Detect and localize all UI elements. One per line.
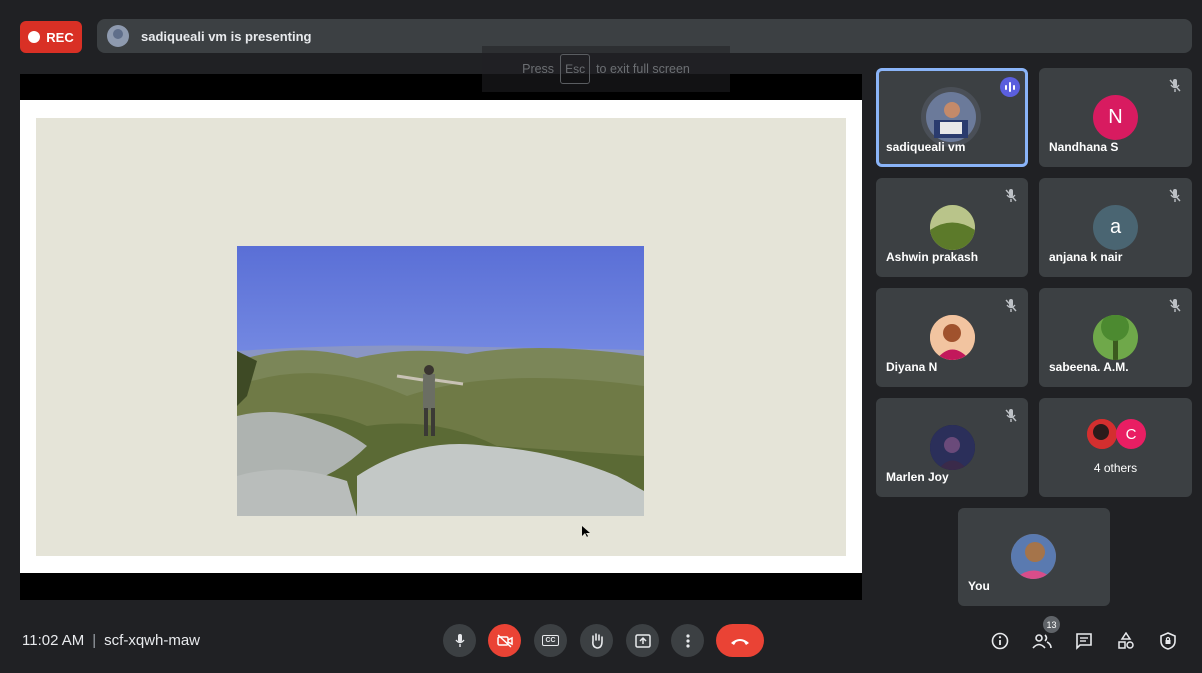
mouse-cursor-icon bbox=[582, 525, 590, 543]
participant-avatar bbox=[1011, 534, 1056, 579]
info-icon bbox=[991, 632, 1009, 650]
record-dot-icon bbox=[28, 31, 41, 43]
recording-badge: REC bbox=[20, 21, 82, 53]
meeting-separator: | bbox=[92, 632, 97, 649]
camera-off-icon bbox=[496, 633, 513, 648]
participant-avatar bbox=[1093, 315, 1138, 360]
mic-icon bbox=[454, 633, 465, 647]
people-icon bbox=[1032, 634, 1052, 649]
participant-tile-others[interactable]: C 4 others bbox=[1039, 398, 1192, 497]
participant-tile-diyana[interactable]: Diyana N bbox=[876, 288, 1028, 387]
shield-lock-icon bbox=[1160, 632, 1176, 650]
mic-off-icon bbox=[1005, 189, 1017, 202]
present-icon bbox=[634, 633, 651, 648]
presenting-text: sadiqueali vm is presenting bbox=[141, 28, 312, 44]
participant-avatar: a bbox=[1093, 205, 1138, 250]
meeting-time: 11:02 AM bbox=[22, 632, 85, 649]
participant-avatar bbox=[930, 425, 975, 470]
participant-name: sabeena. A.M. bbox=[1049, 360, 1129, 374]
mic-off-icon bbox=[1169, 299, 1181, 312]
meeting-code: scf-xqwh-maw bbox=[104, 632, 201, 649]
participant-tile-ashwin[interactable]: Ashwin prakash bbox=[876, 178, 1028, 277]
participant-avatar bbox=[930, 315, 975, 360]
participant-tile-anjana[interactable]: a anjana k nair bbox=[1039, 178, 1192, 277]
fullscreen-hint: Press Esc to exit full screen bbox=[482, 46, 730, 92]
participant-name: anjana k nair bbox=[1049, 250, 1123, 264]
activities-button[interactable] bbox=[1113, 628, 1139, 654]
mic-button[interactable] bbox=[443, 624, 476, 657]
people-count-badge: 13 bbox=[1043, 616, 1060, 633]
meeting-details-button[interactable] bbox=[987, 628, 1013, 654]
participant-tile-sabeena[interactable]: sabeena. A.M. bbox=[1039, 288, 1192, 387]
end-call-button[interactable] bbox=[716, 624, 764, 657]
mic-off-icon bbox=[1005, 409, 1017, 422]
host-controls-button[interactable] bbox=[1155, 628, 1181, 654]
rec-label: REC bbox=[46, 29, 74, 45]
esc-key-label: Esc bbox=[560, 54, 591, 84]
participant-avatar bbox=[1087, 419, 1117, 449]
end-call-icon bbox=[731, 638, 749, 645]
participant-avatar: C bbox=[1116, 419, 1146, 449]
participant-name: Diyana N bbox=[886, 360, 938, 374]
present-button[interactable] bbox=[626, 624, 659, 657]
more-vert-icon bbox=[685, 633, 690, 648]
participant-tile-marlen[interactable]: Marlen Joy bbox=[876, 398, 1028, 497]
participant-name: Nandhana S bbox=[1049, 140, 1119, 154]
camera-button[interactable] bbox=[488, 624, 521, 657]
activities-icon bbox=[1118, 632, 1134, 649]
captions-button[interactable]: CC bbox=[534, 624, 567, 657]
participant-avatar bbox=[930, 205, 975, 250]
participant-tile-you[interactable]: You bbox=[958, 508, 1110, 606]
others-count-label: 4 others bbox=[1093, 461, 1138, 475]
participant-tile-nandhana[interactable]: N Nandhana S bbox=[1039, 68, 1192, 167]
participant-name: sadiqueali vm bbox=[886, 140, 966, 154]
presenter-avatar bbox=[107, 25, 129, 47]
mic-off-icon bbox=[1169, 79, 1181, 92]
more-options-button[interactable] bbox=[671, 624, 704, 657]
chat-button[interactable] bbox=[1071, 628, 1097, 654]
hint-press: Press bbox=[522, 62, 555, 76]
hint-rest: to exit full screen bbox=[596, 62, 690, 76]
participant-tile-sadiqueali[interactable]: sadiqueali vm bbox=[876, 68, 1028, 167]
raise-hand-button[interactable] bbox=[580, 624, 613, 657]
participant-avatar: N bbox=[1093, 95, 1138, 140]
mic-off-icon bbox=[1005, 299, 1017, 312]
participant-name: You bbox=[968, 579, 990, 593]
participant-avatar bbox=[921, 87, 981, 147]
slide-photo bbox=[237, 246, 644, 516]
meeting-info: 11:02 AM | scf-xqwh-maw bbox=[22, 632, 200, 649]
participant-name: Ashwin prakash bbox=[886, 250, 979, 264]
raise-hand-icon bbox=[591, 632, 603, 649]
participant-name: Marlen Joy bbox=[886, 470, 949, 484]
speaking-indicator-icon bbox=[1000, 77, 1020, 97]
mic-off-icon bbox=[1169, 189, 1181, 202]
captions-icon: CC bbox=[542, 635, 559, 646]
chat-icon bbox=[1076, 633, 1092, 650]
